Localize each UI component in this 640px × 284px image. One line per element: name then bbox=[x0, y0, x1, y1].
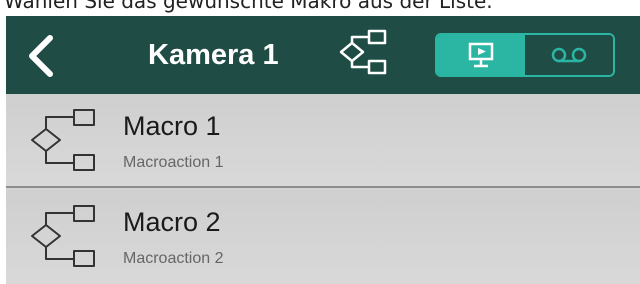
macro-icon bbox=[31, 205, 95, 267]
list-item[interactable]: Macro 1 Macroaction 1 bbox=[6, 94, 640, 188]
list-item[interactable]: Macro 2 Macroaction 2 bbox=[6, 190, 640, 284]
app-screen: Kamera 1 Macro 1 Macroaction 1 Macro 2 M… bbox=[6, 16, 640, 284]
macro-subtitle: Macroaction 2 bbox=[123, 250, 224, 267]
macro-subtitle: Macroaction 1 bbox=[123, 154, 224, 171]
macro-button[interactable] bbox=[336, 22, 394, 82]
navigation-bar: Kamera 1 bbox=[6, 16, 640, 94]
instruction-caption: Wählen Sie das gewünschte Makro aus der … bbox=[4, 0, 493, 13]
page-title: Kamera 1 bbox=[148, 39, 279, 71]
back-button[interactable] bbox=[16, 26, 66, 86]
tape-icon bbox=[551, 47, 587, 63]
macro-icon bbox=[339, 29, 387, 75]
back-chevron-icon bbox=[29, 35, 53, 77]
monitor-icon bbox=[468, 42, 494, 68]
macro-icon bbox=[31, 109, 95, 171]
archive-tab[interactable] bbox=[525, 35, 613, 75]
row-divider bbox=[6, 186, 640, 188]
macro-title: Macro 1 bbox=[123, 111, 221, 141]
macro-title: Macro 2 bbox=[123, 207, 221, 237]
view-mode-toggle[interactable] bbox=[435, 33, 615, 77]
live-view-tab[interactable] bbox=[437, 35, 525, 75]
